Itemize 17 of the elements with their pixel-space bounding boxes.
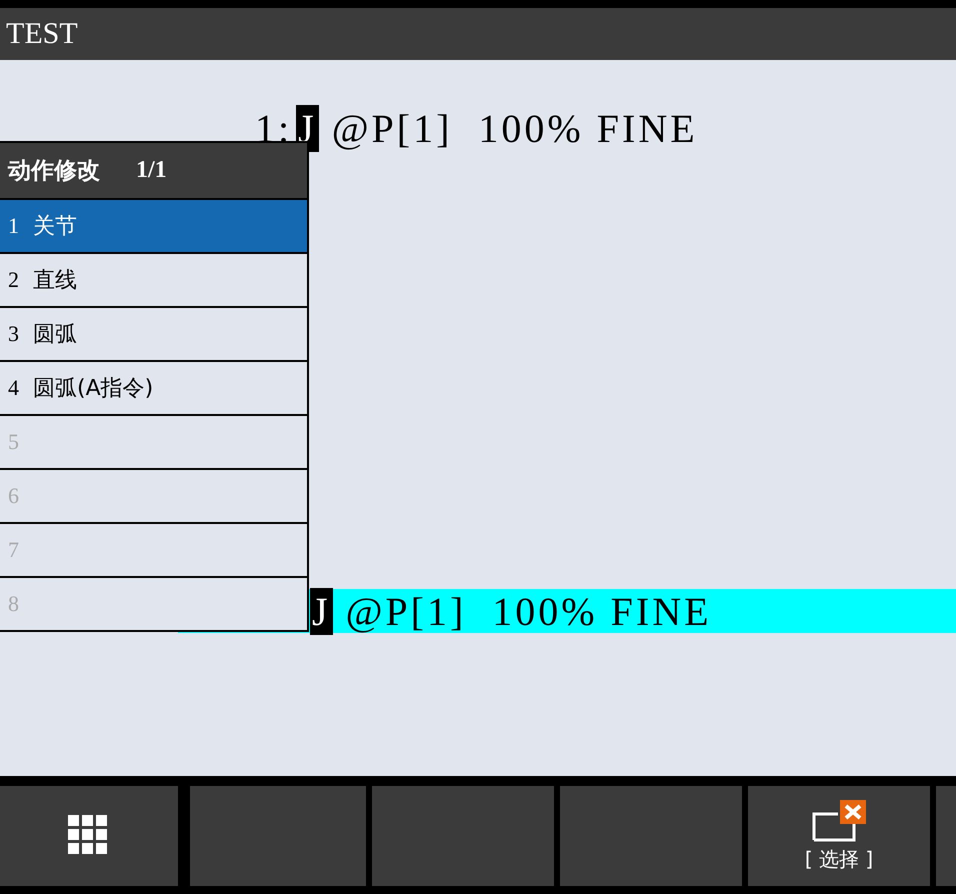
window-title: TEST — [6, 17, 78, 51]
instruction-text: @P[1] 100% FINE — [344, 588, 712, 634]
text-cursor: J — [310, 588, 333, 634]
function-key[interactable] — [190, 786, 366, 886]
menu-item[interactable]: 2 直线 — [0, 252, 307, 306]
popup-title: 动作修改 — [8, 157, 100, 186]
menu-item[interactable]: 1 关节 — [0, 198, 307, 252]
window-close-icon — [812, 800, 866, 844]
menu-item[interactable]: 3 圆弧 — [0, 306, 307, 360]
function-key[interactable] — [372, 786, 554, 886]
function-key[interactable] — [560, 786, 742, 886]
instruction-text: @P[1] 100% FINE — [330, 104, 698, 152]
select-key[interactable]: [ 选择 ] — [748, 786, 930, 886]
menu-key[interactable] — [0, 786, 178, 886]
page-indicator: 1/1 — [136, 157, 167, 184]
grid-icon — [68, 815, 110, 857]
menu-item[interactable]: 4 圆弧(A指令) — [0, 360, 307, 414]
